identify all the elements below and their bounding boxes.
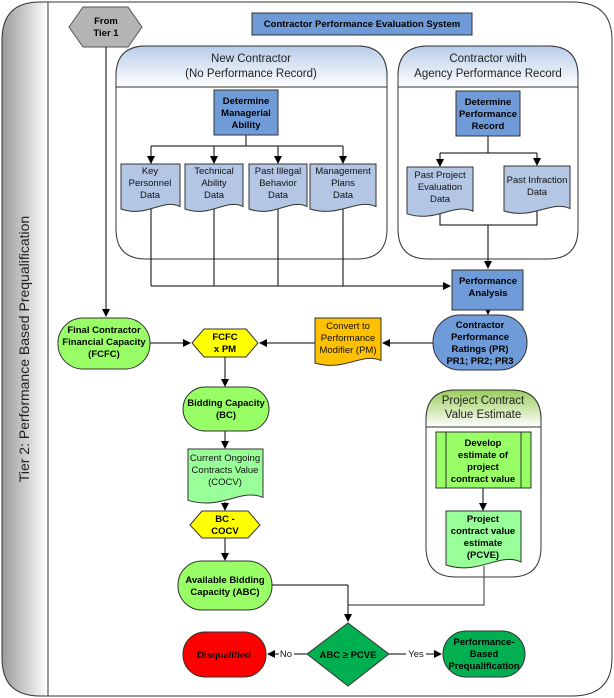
svg-text:FromTier 1: From Tier 1 bbox=[93, 16, 119, 39]
node-develop-estimate[interactable]: Develop estimate of project contract value bbox=[435, 431, 532, 489]
doc-technical-ability[interactable]: Technical Ability Data bbox=[184, 163, 244, 212]
svg-text:Contractor Performance Evaluat: Contractor Performance Evaluation System bbox=[264, 19, 460, 30]
node-determine-managerial-ability[interactable]: Determine Managerial Ability bbox=[213, 89, 279, 136]
node-fcfc-x-pm[interactable]: FCFC x PM bbox=[191, 328, 259, 358]
doc-past-infraction[interactable]: Past Infraction Data bbox=[503, 165, 571, 214]
node-bidding-capacity[interactable]: Bidding Capacity (BC) bbox=[182, 386, 270, 432]
node-bc-minus-cocv[interactable]: BC -COCV bbox=[189, 510, 261, 539]
from-tier1-connector: From Tier 1 bbox=[68, 6, 143, 48]
doc-pcve[interactable]: Project contract value estimate (PCVE) bbox=[445, 510, 522, 569]
doc-key-personnel[interactable]: Key Personnel Data bbox=[120, 163, 181, 212]
svg-text:Convert toPerformanceModifier: Convert to Performance Modifier (PM) bbox=[319, 321, 376, 356]
doc-current-ongoing-contracts-value[interactable]: Current Ongoing Contracts Value (COCV) bbox=[187, 448, 264, 504]
svg-text:Disqualified: Disqualified bbox=[197, 650, 251, 661]
node-available-bidding-capacity[interactable]: Available Bidding Capacity (ABC) bbox=[177, 560, 273, 611]
svg-text:FCFCx PM: FCFC x PM bbox=[212, 332, 237, 355]
edge-label-yes: Yes bbox=[408, 649, 424, 660]
doc-convert-to-performance-modifier[interactable]: Convert to Performance Modifier (PM) bbox=[314, 317, 382, 366]
node-performance-based-prequalification[interactable]: Performance-Based Prequalification bbox=[442, 630, 526, 678]
flowchart: Tier 2: Performance Based Prequalificati… bbox=[1, 1, 613, 697]
node-disqualified[interactable]: Disqualified bbox=[182, 631, 267, 678]
lane-title: Tier 2: Performance Based Prequalificati… bbox=[16, 216, 32, 482]
pool-new-contractor: New Contractor (No Performance Record) bbox=[115, 45, 388, 260]
node-determine-performance-record[interactable]: Determine Performance Record bbox=[455, 90, 521, 137]
svg-text:Available BiddingCapacity (ABC: Available Bidding Capacity (ABC) bbox=[185, 575, 265, 598]
system-title: Contractor Performance Evaluation System bbox=[251, 12, 473, 36]
node-contractor-performance-ratings[interactable]: Contractor Performance Ratings (PR) PR1; PR… bbox=[432, 314, 528, 371]
doc-management-plans[interactable]: Management Plans Data bbox=[309, 163, 377, 212]
node-performance-analysis[interactable]: Performance Analysis bbox=[451, 269, 524, 311]
doc-past-illegal-behavior[interactable]: Past Illegal Behavior Data bbox=[248, 163, 308, 212]
node-fcfc[interactable]: Final Contractor Financial Capacity (FCFC) bbox=[57, 317, 151, 370]
svg-text:ContractorPerformanceRatings (: Contractor Performance Ratings (PR) PR1; PR… bbox=[446, 320, 513, 367]
edge-label-no: No bbox=[280, 649, 292, 660]
doc-past-project-evaluation[interactable]: Past Project Evaluation Data bbox=[406, 166, 474, 217]
svg-text:ABC ≥ PCVE: ABC ≥ PCVE bbox=[320, 650, 377, 661]
